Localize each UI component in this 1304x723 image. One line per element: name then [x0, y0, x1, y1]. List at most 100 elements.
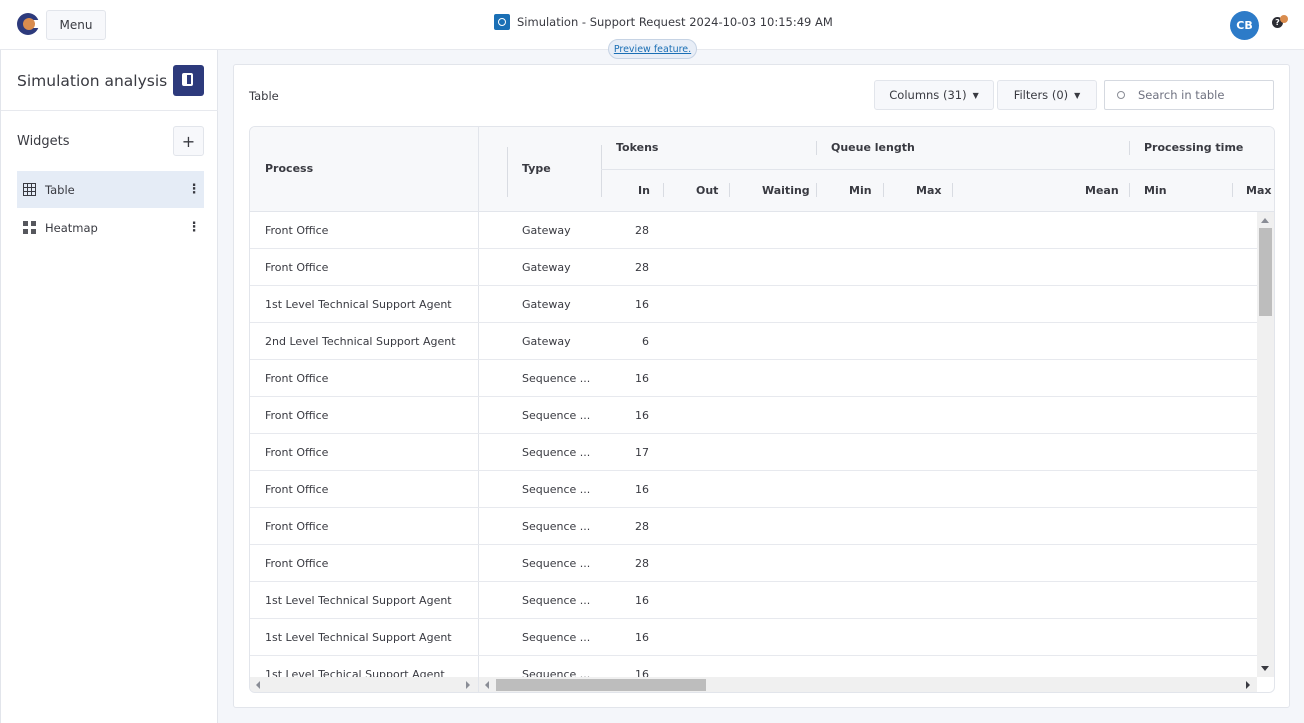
cell-type: Sequence ... [522, 483, 591, 496]
cell-tokens-in: 28 [635, 520, 649, 533]
scrollbar-thumb[interactable] [1259, 228, 1272, 316]
table-row[interactable]: 1st Level Technical Support Agent Sequenc… [250, 582, 1257, 619]
cookie-icon[interactable] [1280, 15, 1288, 23]
column-group-tokens: Tokens [616, 141, 659, 154]
scrollbar-thumb[interactable] [496, 679, 706, 691]
cell-type: Sequence ... [522, 668, 591, 677]
vertical-scrollbar[interactable] [1257, 212, 1274, 677]
table-row[interactable]: Front Office Sequence ... 16 [250, 397, 1257, 434]
user-avatar[interactable]: CB [1230, 11, 1259, 40]
cell-tokens-in: 16 [635, 409, 649, 422]
column-resize-handle[interactable] [1129, 183, 1130, 197]
cell-tokens-in: 16 [635, 298, 649, 311]
table-row[interactable]: Front Office Gateway 28 [250, 249, 1257, 286]
sidebar-item-label: Heatmap [45, 220, 98, 235]
scroll-left-icon[interactable] [485, 681, 489, 689]
cell-type: Sequence ... [522, 372, 591, 385]
table-row[interactable]: Front Office Gateway 28 [250, 212, 1257, 249]
search-input[interactable] [1138, 88, 1268, 102]
column-header-queue-max[interactable]: Max [916, 184, 941, 197]
divider [1, 110, 218, 111]
cell-type: Sequence ... [522, 409, 591, 422]
cell-type: Gateway [522, 298, 571, 311]
cell-tokens-in: 28 [635, 261, 649, 274]
table-row[interactable]: Front Office Sequence ... 16 [250, 360, 1257, 397]
divider [478, 582, 479, 618]
cell-process: Front Office [265, 557, 329, 570]
table-row[interactable]: 1st Level Technical Support Agent Sequenc… [250, 619, 1257, 656]
cell-process: 2nd Level Technical Support Agent [265, 335, 456, 348]
search-field[interactable] [1104, 80, 1274, 110]
preview-feature-link[interactable]: Preview feature. [608, 39, 697, 59]
column-resize-handle[interactable] [507, 147, 508, 197]
document-title-text: Simulation - Support Request 2024-10-03 … [517, 15, 833, 29]
divider [478, 323, 479, 359]
columns-button-label: Columns (31) [889, 88, 967, 102]
scroll-down-icon[interactable] [1261, 666, 1269, 671]
horizontal-scrollbar[interactable] [250, 677, 1257, 692]
table-row[interactable]: 1st Level Technical Support Agent Gateway… [250, 286, 1257, 323]
columns-button[interactable]: Columns (31) ▼ [874, 80, 994, 110]
column-resize-handle[interactable] [1129, 141, 1130, 155]
column-header-processing-min[interactable]: Min [1144, 184, 1167, 197]
column-resize-handle[interactable] [601, 145, 602, 197]
sidebar: Simulation analysis Widgets + Table ⋮ He… [0, 50, 218, 723]
app-logo-icon[interactable] [17, 13, 41, 35]
column-group-queue-length: Queue length [831, 141, 915, 154]
scroll-left-icon[interactable] [256, 681, 260, 689]
divider [478, 656, 479, 677]
divider [478, 212, 479, 248]
cell-type: Gateway [522, 224, 571, 237]
column-header-queue-min[interactable]: Min [849, 184, 872, 197]
table-row[interactable]: Front Office Sequence ... 17 [250, 434, 1257, 471]
column-header-in[interactable]: In [638, 184, 650, 197]
more-options-icon[interactable]: ⋮ [184, 220, 204, 235]
search-icon [1117, 91, 1125, 99]
cell-tokens-in: 6 [642, 335, 649, 348]
column-header-type[interactable]: Type [522, 162, 551, 175]
menu-button[interactable]: Menu [46, 10, 106, 40]
cell-process: Front Office [265, 409, 329, 422]
cell-tokens-in: 28 [635, 224, 649, 237]
table-row[interactable]: 2nd Level Technical Support Agent Gateway… [250, 323, 1257, 360]
divider [478, 619, 479, 655]
cell-tokens-in: 16 [635, 668, 649, 677]
more-options-icon[interactable]: ⋮ [184, 182, 204, 197]
column-header-process[interactable]: Process [265, 162, 313, 175]
column-header-waiting[interactable]: Waiting [762, 184, 810, 197]
table-row[interactable]: Front Office Sequence ... 28 [250, 545, 1257, 582]
cell-tokens-in: 28 [635, 557, 649, 570]
divider [478, 397, 479, 433]
divider [478, 471, 479, 507]
column-header-out[interactable]: Out [696, 184, 718, 197]
cell-tokens-in: 17 [635, 446, 649, 459]
column-resize-handle[interactable] [816, 141, 817, 155]
sidebar-item-heatmap[interactable]: Heatmap ⋮ [17, 209, 204, 246]
table-row[interactable]: 1st Level Techical Support Agent Sequence… [250, 656, 1257, 677]
table-row[interactable]: Front Office Sequence ... 28 [250, 508, 1257, 545]
table-row[interactable]: Front Office Sequence ... 16 [250, 471, 1257, 508]
cell-type: Sequence ... [522, 557, 591, 570]
scroll-right-icon[interactable] [466, 681, 470, 689]
column-header-queue-mean[interactable]: Mean [1085, 184, 1119, 197]
scroll-up-icon[interactable] [1261, 218, 1269, 223]
column-resize-handle[interactable] [816, 183, 817, 197]
add-widget-button[interactable]: + [173, 126, 204, 156]
cell-type: Sequence ... [522, 594, 591, 607]
cell-type: Gateway [522, 261, 571, 274]
cell-tokens-in: 16 [635, 594, 649, 607]
column-resize-handle[interactable] [883, 183, 884, 197]
cell-tokens-in: 16 [635, 372, 649, 385]
column-header-processing-max[interactable]: Max [1246, 184, 1271, 197]
column-resize-handle[interactable] [663, 183, 664, 197]
cell-process: 1st Level Techical Support Agent [265, 668, 445, 677]
column-resize-handle[interactable] [952, 183, 953, 197]
filters-button[interactable]: Filters (0) ▼ [997, 80, 1097, 110]
column-resize-handle[interactable] [729, 183, 730, 197]
sidebar-toggle-button[interactable] [173, 65, 204, 96]
scroll-right-icon[interactable] [1246, 681, 1250, 689]
column-resize-handle[interactable] [1232, 183, 1233, 197]
sidebar-item-table[interactable]: Table ⋮ [17, 171, 204, 208]
divider [478, 286, 479, 322]
divider [478, 360, 479, 396]
